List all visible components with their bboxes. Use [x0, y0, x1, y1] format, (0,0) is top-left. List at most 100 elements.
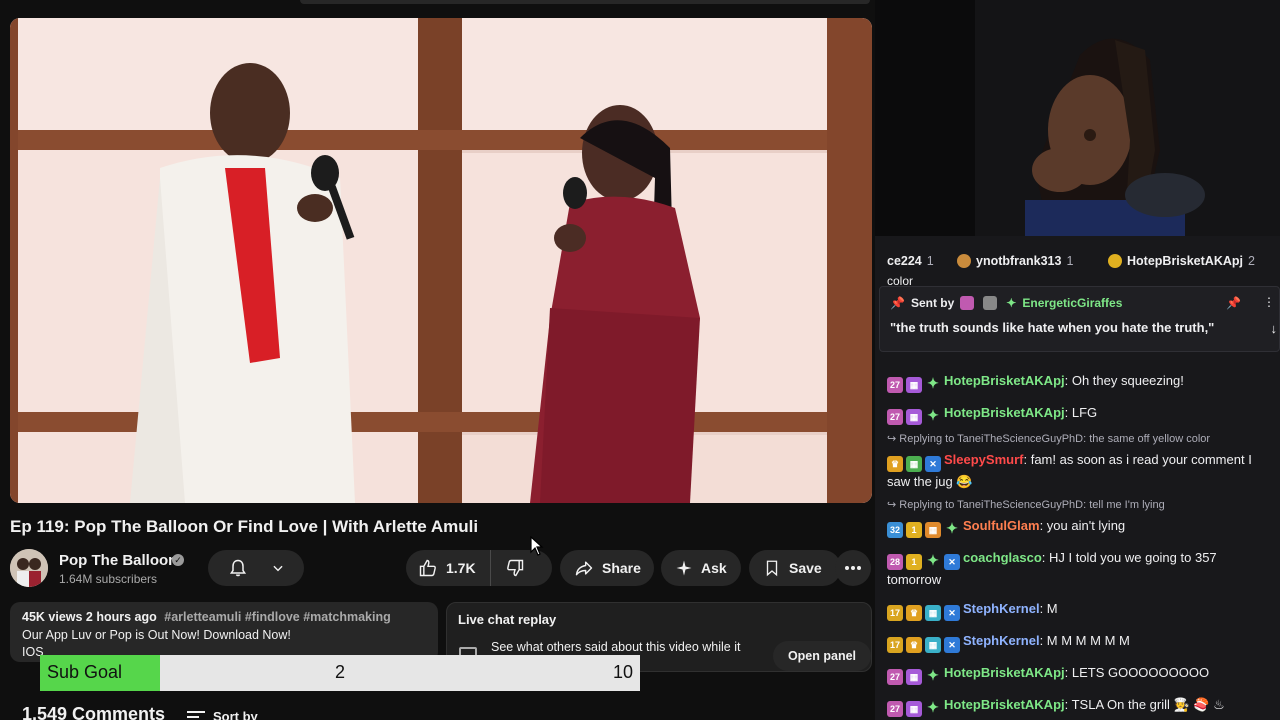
chat-badge-icon[interactable]: ✦	[925, 552, 941, 568]
notification-button[interactable]	[208, 550, 304, 586]
chat-badge-icon[interactable]: ✦	[925, 407, 941, 423]
pinned-message[interactable]: 📌 Sent by ✦ EnergeticGiraffes 📌 ⋮ "the t…	[879, 286, 1280, 352]
chat-message: 27 ▦ ✦ HotepBrisketAKApj: LFG	[875, 398, 1280, 430]
top-gifter[interactable]: ynotbfrank313 1	[957, 254, 1073, 268]
chat-message: 27 ▦ ✦ HotepBrisketAKApj: Oh they squeezing…	[875, 366, 1280, 398]
comment-count: 1,549 Comments	[22, 704, 166, 720]
chat-badge-icon[interactable]: ▦	[906, 669, 922, 685]
description-box[interactable]: 45K views 2 hours ago #arletteamuli #fin…	[10, 602, 438, 662]
chat-badge-icon[interactable]: 27	[887, 669, 903, 685]
more-vertical-icon[interactable]: ⋮	[1263, 295, 1275, 309]
channel-name[interactable]: Pop The Balloon	[59, 552, 177, 569]
chat-username[interactable]: coachglasco	[963, 550, 1042, 565]
chat-badge-icon[interactable]: ✦	[925, 375, 941, 391]
reply-context[interactable]: ↪ Replying to TaneiTheScienceGuyPhD: the…	[875, 430, 1280, 445]
more-actions-button[interactable]	[835, 550, 871, 586]
streamer-webcam	[875, 0, 1280, 236]
search-bar-edge[interactable]	[300, 0, 870, 4]
live-chat-title: Live chat replay	[458, 612, 557, 627]
chat-badge-icon[interactable]: ✦	[944, 520, 960, 536]
pinned-sender[interactable]: EnergeticGiraffes	[1022, 296, 1122, 310]
chat-badge-icon[interactable]: 17	[887, 637, 903, 653]
save-button[interactable]: Save	[749, 550, 841, 586]
chat-badge-icon[interactable]: ▦	[925, 637, 941, 653]
chat-message: 32 1 ▦ ✦ SoulfulGlam: you ain't lying	[875, 511, 1280, 543]
pin-icon[interactable]: 📌	[1226, 296, 1241, 310]
top-gifters-bar: ce224 1 ynotbfrank313 1 HotepBrisketAKApj 2	[875, 250, 1280, 276]
views-time: 45K views 2 hours ago	[22, 610, 157, 624]
sub-goal-label: Sub Goal	[47, 662, 123, 682]
pinned-text: "the truth sounds like hate when you hat…	[890, 320, 1215, 335]
gift-badge-icon	[983, 296, 998, 310]
chat-badge-icon[interactable]: 17	[887, 605, 903, 621]
chat-badge-icon[interactable]: 27	[887, 409, 903, 425]
more-horizontal-icon	[845, 566, 861, 570]
reply-context[interactable]: ↪ Replying to TaneiTheScienceGuyPhD: tel…	[875, 496, 1280, 511]
save-label: Save	[789, 560, 822, 576]
chat-badge-icon[interactable]: ▦	[925, 605, 941, 621]
sent-by-label: Sent by	[910, 296, 955, 310]
chat-badge-icon[interactable]: ▦	[925, 522, 941, 538]
chat-badge-icon[interactable]: ✦	[925, 667, 941, 683]
chat-badge-icon[interactable]: 27	[887, 377, 903, 393]
chat-username[interactable]: StephKernel	[963, 633, 1040, 648]
pinned-sent-by: 📌 Sent by ✦ EnergeticGiraffes	[890, 296, 1122, 310]
like-button[interactable]: 1.7K	[406, 550, 491, 586]
chat-badge-icon[interactable]: ♛	[887, 456, 903, 472]
chat-badge-icon[interactable]: ▦	[906, 701, 922, 717]
top-gifter[interactable]: ce224 1	[887, 254, 934, 268]
sort-by-button[interactable]: Sort by	[187, 709, 258, 720]
open-panel-button[interactable]: Open panel	[773, 641, 871, 671]
chat-badge-icon[interactable]: 1	[906, 554, 922, 570]
description-line: Our App Luv or Pop is Out Now! Download …	[22, 628, 291, 642]
hashtags[interactable]: #arletteamuli #findlove #matchmaking	[164, 610, 390, 624]
sub-goal-current: 2	[335, 662, 346, 682]
chat-badge-icon[interactable]: ♛	[906, 605, 922, 621]
chat-badge-icon[interactable]: ✦	[925, 699, 941, 715]
chat-username[interactable]: HotepBrisketAKApj	[944, 697, 1065, 712]
chat-badge-icon[interactable]: 27	[887, 701, 903, 717]
video-player[interactable]	[10, 18, 872, 503]
chat-badge-icon[interactable]: 28	[887, 554, 903, 570]
share-icon	[575, 561, 593, 576]
top-gifter[interactable]: HotepBrisketAKApj 2	[1108, 254, 1255, 268]
sparkle-badge-icon: ✦	[1006, 296, 1017, 310]
chat-username[interactable]: HotepBrisketAKApj	[944, 405, 1065, 420]
chat-username[interactable]: HotepBrisketAKApj	[944, 665, 1065, 680]
chat-text: : you ain't lying	[1039, 518, 1126, 533]
youtube-watch-page: Ep 119: Pop The Balloon Or Find Love | W…	[0, 0, 875, 720]
thumbs-down-icon	[506, 559, 523, 577]
chat-username[interactable]: HotepBrisketAKApj	[944, 373, 1065, 388]
chat-badge-icon[interactable]: 1	[906, 522, 922, 538]
chat-badge-icon[interactable]: ♛	[906, 637, 922, 653]
chat-badge-icon[interactable]: ✕	[944, 605, 960, 621]
chat-badge-icon[interactable]: ▦	[906, 409, 922, 425]
verified-icon: ✓	[172, 554, 184, 566]
share-button[interactable]: Share	[560, 550, 654, 586]
chat-badge-icon[interactable]: ▦	[906, 377, 922, 393]
sub-goal-target: 10	[612, 662, 633, 682]
chat-text: : LETS GOOOOOOOOO	[1064, 665, 1210, 680]
chat-badge-icon[interactable]: ✕	[944, 554, 960, 570]
chat-badge-icon[interactable]: ▦	[906, 456, 922, 472]
video-frame	[10, 18, 872, 503]
mouse-cursor-icon	[530, 536, 544, 556]
chat-badge-icon[interactable]: 32	[887, 522, 903, 538]
sparkle-icon	[676, 560, 692, 576]
gifter-name: HotepBrisketAKApj	[1127, 254, 1243, 268]
chat-username[interactable]: SoulfulGlam	[963, 518, 1040, 533]
thumbs-up-icon	[419, 559, 436, 577]
gifter-badge-icon	[957, 254, 971, 268]
description-meta: 45K views 2 hours ago #arletteamuli #fin…	[22, 610, 426, 624]
gifter-badge-icon	[1108, 254, 1122, 268]
arrow-down-icon[interactable]: ↓	[1271, 321, 1278, 336]
comments-header: 1,549 Comments Sort by	[22, 704, 522, 720]
chat-username[interactable]: SleepySmurf	[944, 452, 1023, 467]
channel-avatar[interactable]	[10, 549, 48, 587]
chat-badge-icon[interactable]: ✕	[944, 637, 960, 653]
ask-button[interactable]: Ask	[661, 550, 741, 586]
chat-badge-icon[interactable]: ✕	[925, 456, 941, 472]
chat-username[interactable]: StephKernel	[963, 601, 1040, 616]
sort-icon	[187, 710, 205, 718]
share-label: Share	[602, 560, 641, 576]
